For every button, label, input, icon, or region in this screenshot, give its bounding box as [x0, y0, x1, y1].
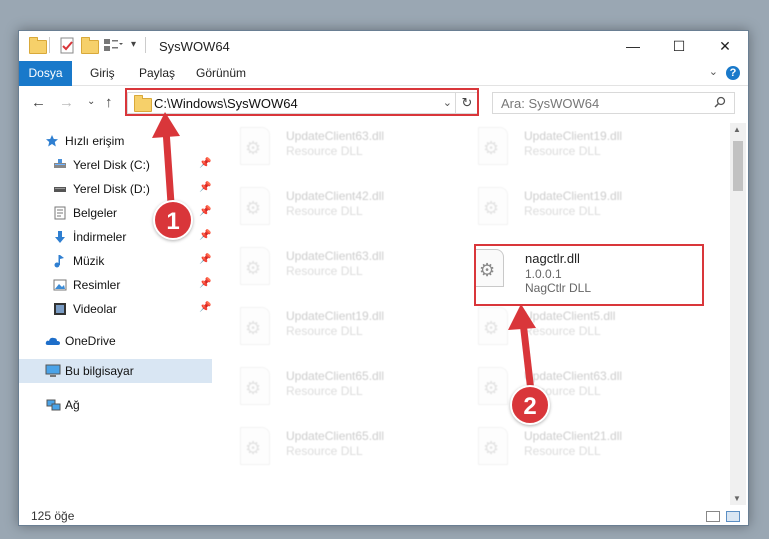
step-badge-2: 2 — [510, 385, 550, 425]
arrow-2-head — [508, 304, 536, 330]
step-badge-1: 1 — [153, 200, 193, 240]
arrow-1-head — [152, 112, 180, 138]
annotation-arrows — [152, 112, 536, 404]
